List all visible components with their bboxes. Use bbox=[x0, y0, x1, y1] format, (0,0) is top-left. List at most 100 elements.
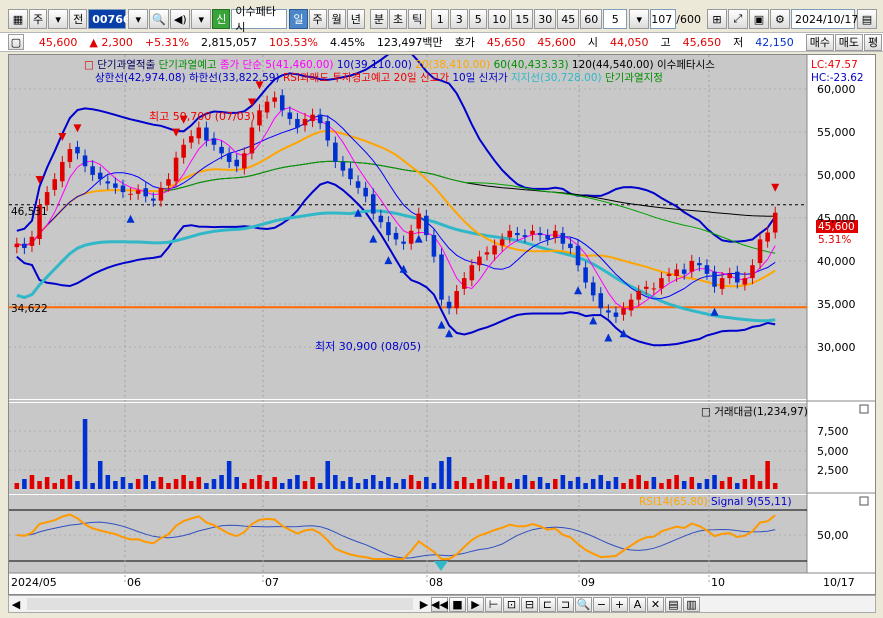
interval-5[interactable]: 5 bbox=[469, 9, 488, 29]
chart-svg[interactable]: □ 단기과열적출 단기과열예고 종가 단순 5(41,460.00) 10(39… bbox=[9, 47, 875, 594]
volume-bar bbox=[37, 481, 42, 489]
rsi-close-icon[interactable] bbox=[859, 496, 869, 506]
volume-bar bbox=[135, 479, 141, 489]
zoom-in-icon[interactable]: + bbox=[611, 596, 628, 612]
candle-body bbox=[317, 114, 323, 124]
volume-bar bbox=[575, 477, 581, 489]
buy-button[interactable]: 매수 bbox=[805, 33, 834, 51]
market-select[interactable]: 주 bbox=[29, 9, 48, 29]
candle-body bbox=[158, 187, 164, 201]
scrollbar-track[interactable] bbox=[27, 598, 413, 610]
volume-bar bbox=[386, 477, 391, 489]
settings-icon[interactable]: ⚙ bbox=[769, 9, 790, 29]
prev-button[interactable]: 전 bbox=[69, 9, 88, 29]
volume-bar bbox=[44, 477, 50, 489]
zoom-out-icon[interactable]: − bbox=[593, 596, 610, 612]
sound-dropdown-icon[interactable]: ▾ bbox=[191, 9, 212, 29]
trend-tool-icon[interactable]: ⤢ bbox=[727, 9, 748, 29]
scroll-left-icon[interactable]: ◀ bbox=[9, 598, 23, 611]
interval-10[interactable]: 10 bbox=[488, 9, 511, 29]
candle-body bbox=[560, 232, 566, 244]
y-tick-label: 55,000 bbox=[817, 126, 856, 139]
code-dropdown-icon[interactable]: ▾ bbox=[128, 9, 149, 29]
candle-body bbox=[606, 310, 611, 313]
scale-icon[interactable]: ⊢ bbox=[485, 596, 502, 612]
volume-bar bbox=[477, 479, 482, 489]
dropdown-icon[interactable]: ▾ bbox=[48, 9, 69, 29]
rewind-icon[interactable]: ◀◀ bbox=[431, 596, 448, 612]
tab-second[interactable]: 초 bbox=[389, 9, 408, 29]
volume-bar bbox=[772, 483, 778, 489]
tab-month[interactable]: 월 bbox=[327, 9, 346, 29]
measure-icon[interactable]: ⊏ bbox=[539, 596, 556, 612]
y-tick-label: 45,000 bbox=[817, 212, 856, 225]
x-tick-label: 08 bbox=[429, 576, 443, 589]
volume-bar bbox=[651, 477, 657, 489]
candle-body bbox=[75, 146, 80, 154]
interval-input[interactable]: 5 bbox=[603, 9, 628, 29]
candle-body bbox=[583, 267, 588, 283]
speaker-icon[interactable]: ◀) bbox=[170, 9, 191, 29]
interval-30[interactable]: 30 bbox=[534, 9, 557, 29]
count-input[interactable]: 107 bbox=[650, 9, 677, 29]
export-icon[interactable]: ▥ bbox=[683, 596, 700, 612]
candle-body bbox=[621, 308, 626, 315]
legend-item: 상한선(42,974.08) 하한선(33,822.59) RSI과매도 투자경… bbox=[95, 71, 663, 84]
cross-icon[interactable]: ✕ bbox=[647, 596, 664, 612]
candle-body bbox=[234, 159, 240, 167]
fibo-icon[interactable]: ⊐ bbox=[557, 596, 574, 612]
volume-close-icon[interactable] bbox=[859, 404, 869, 414]
draw-tool-icon[interactable]: ⊡ bbox=[503, 596, 520, 612]
expand-icon[interactable]: ▢ bbox=[8, 34, 24, 50]
candle-body bbox=[128, 193, 133, 195]
x-tick-label: 10 bbox=[711, 576, 725, 589]
layout-icon[interactable]: ▦ bbox=[8, 9, 28, 29]
copy-icon[interactable]: ⊟ bbox=[521, 596, 538, 612]
print-icon[interactable]: ▤ bbox=[665, 596, 682, 612]
interval-1[interactable]: 1 bbox=[431, 9, 450, 29]
volume-bar bbox=[128, 483, 133, 489]
tab-day[interactable]: 일 bbox=[289, 9, 308, 29]
candle-body bbox=[765, 232, 770, 242]
volume-bar bbox=[348, 477, 353, 489]
volume-bar bbox=[697, 483, 702, 489]
volume-bar bbox=[606, 481, 611, 489]
candle-body bbox=[279, 95, 285, 111]
volume-bar bbox=[424, 477, 429, 489]
volume-bar bbox=[674, 475, 679, 489]
sell-button[interactable]: 매도 bbox=[834, 33, 863, 51]
stop-icon[interactable]: ■ bbox=[449, 596, 466, 612]
high-label: 고 bbox=[660, 36, 671, 49]
candle-body bbox=[204, 127, 209, 141]
interval-3[interactable]: 3 bbox=[450, 9, 469, 29]
interval-45[interactable]: 45 bbox=[557, 9, 580, 29]
volume-bar bbox=[82, 419, 88, 489]
high-price: 45,650 bbox=[682, 35, 722, 49]
stock-code-input[interactable]: 007660 bbox=[88, 9, 138, 29]
text-icon[interactable]: A bbox=[629, 596, 646, 612]
volume-bar bbox=[537, 477, 543, 489]
scroll-right-icon[interactable]: ▶ bbox=[417, 598, 431, 611]
zoom-icon[interactable]: 🔍 bbox=[575, 596, 592, 612]
tab-year[interactable]: 년 bbox=[346, 9, 365, 29]
grid-tool-icon[interactable]: ⊞ bbox=[706, 9, 727, 29]
candle-body bbox=[113, 183, 118, 188]
calendar-icon[interactable]: ▤ bbox=[856, 9, 877, 29]
average-button[interactable]: 평 bbox=[863, 33, 883, 51]
tab-week[interactable]: 주 bbox=[308, 9, 327, 29]
tab-minute[interactable]: 분 bbox=[369, 9, 388, 29]
search-icon[interactable]: 🔍 bbox=[149, 9, 170, 29]
volume-bar bbox=[173, 479, 179, 489]
interval-dropdown-icon[interactable]: ▾ bbox=[629, 9, 650, 29]
volume-bar bbox=[719, 481, 725, 489]
chart-area[interactable]: □ 단기과열적출 단기과열예고 종가 단순 5(41,460.00) 10(39… bbox=[8, 47, 876, 595]
interval-60[interactable]: 60 bbox=[580, 9, 603, 29]
volume-bar bbox=[219, 475, 224, 489]
shin-button[interactable]: 신 bbox=[212, 9, 231, 29]
save-icon[interactable]: ▣ bbox=[748, 9, 769, 29]
date-input[interactable]: 2024/10/17 bbox=[790, 9, 858, 29]
interval-15[interactable]: 15 bbox=[511, 9, 534, 29]
candle-body bbox=[355, 181, 361, 188]
play-icon[interactable]: ▶ bbox=[467, 596, 484, 612]
tab-tick[interactable]: 틱 bbox=[408, 9, 427, 29]
